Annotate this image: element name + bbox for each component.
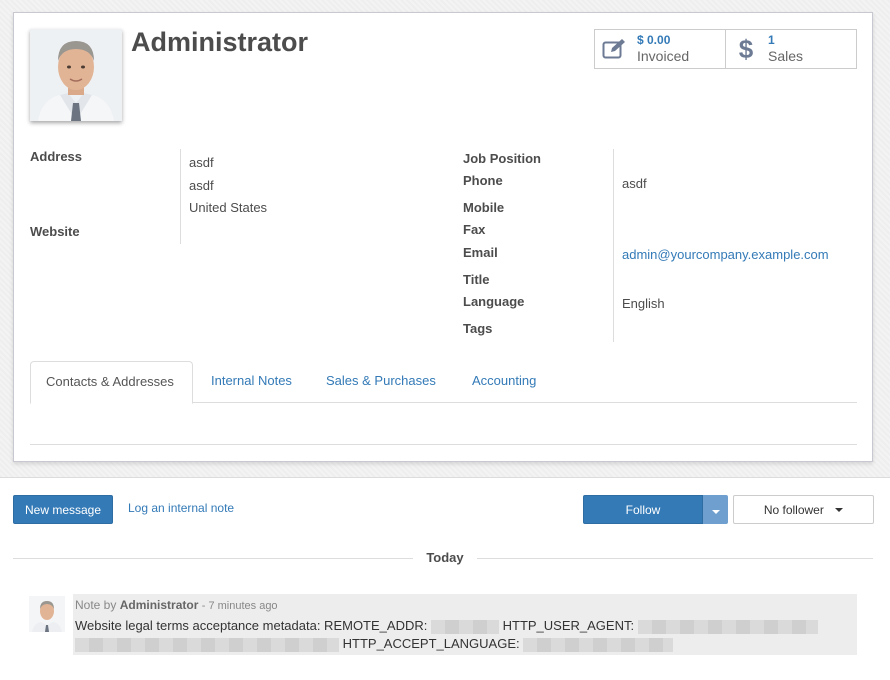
date-separator-line-left <box>13 558 413 559</box>
partner-avatar[interactable] <box>30 29 122 121</box>
sales-stat-button[interactable]: $ 1 Sales <box>725 30 856 68</box>
right-group-divider <box>613 149 614 342</box>
tab-accounting[interactable]: Accounting <box>457 361 551 403</box>
left-group-divider <box>180 149 181 244</box>
new-message-button[interactable]: New message <box>13 495 113 524</box>
smart-buttons: $ 0.00 Invoiced $ 1 Sales <box>594 29 857 69</box>
tab-sales-purchases[interactable]: Sales & Purchases <box>311 361 451 403</box>
message-prefix: Note by <box>75 598 117 612</box>
address-country[interactable]: United States <box>189 200 267 215</box>
job-position-label: Job Position <box>463 151 541 166</box>
tab-internal-notes[interactable]: Internal Notes <box>196 361 307 403</box>
email-link[interactable]: admin@yourcompany.example.com <box>622 247 829 262</box>
redacted-user-agent-continued <box>75 637 339 652</box>
pencil-square-icon <box>601 35 629 63</box>
tags-label: Tags <box>463 321 493 336</box>
partner-name: Administrator <box>131 27 309 57</box>
message-author[interactable]: Administrator <box>120 598 199 612</box>
address-label: Address <box>30 149 83 164</box>
tab-content-divider <box>30 444 857 445</box>
date-separator: Today <box>426 550 464 565</box>
person-photo-icon <box>30 29 122 121</box>
sales-count: 1 <box>768 33 775 47</box>
caret-down-icon <box>835 508 844 513</box>
message-bubble: Note by Administrator - 7 minutes ago We… <box>73 594 857 655</box>
language-label: Language <box>463 294 525 309</box>
caret-down-icon <box>711 509 720 514</box>
follow-options-button[interactable] <box>703 495 728 524</box>
message-author-avatar[interactable] <box>29 596 65 632</box>
message-body-user-agent: HTTP_USER_AGENT: <box>502 618 635 633</box>
address-street2[interactable]: asdf <box>189 178 214 193</box>
phone-value[interactable]: asdf <box>622 176 647 191</box>
title-label: Title <box>463 272 490 287</box>
message-body-accept-language: HTTP_ACCEPT_LANGUAGE: <box>342 636 520 651</box>
invoiced-label: Invoiced <box>637 48 690 64</box>
log-note-link[interactable]: Log an internal note <box>128 501 234 515</box>
redacted-user-agent <box>637 619 818 634</box>
sales-label: Sales <box>768 48 804 64</box>
redacted-language <box>523 637 674 652</box>
followers-dropdown[interactable]: No follower <box>733 495 874 524</box>
date-separator-line-right <box>477 558 873 559</box>
invoiced-stat-button[interactable]: $ 0.00 Invoiced <box>595 30 725 68</box>
followers-label: No follower <box>763 502 824 517</box>
notebook-tabs: Contacts & Addresses Internal Notes Sale… <box>30 361 857 404</box>
message-time: - 7 minutes ago <box>201 600 278 612</box>
language-value[interactable]: English <box>622 296 665 311</box>
fax-label: Fax <box>463 222 486 237</box>
phone-label: Phone <box>463 173 503 188</box>
mobile-label: Mobile <box>463 200 505 215</box>
address-street[interactable]: asdf <box>189 155 214 170</box>
email-label: Email <box>463 245 498 260</box>
website-label: Website <box>30 224 80 239</box>
partner-form-sheet: Administrator $ 0.00 Invoiced $ 1 Sales … <box>13 12 873 462</box>
person-photo-icon <box>29 596 65 632</box>
message-body-remote-addr: Website legal terms acceptance metadata:… <box>75 618 428 633</box>
follow-button[interactable]: Follow <box>583 495 703 524</box>
dollar-icon: $ <box>738 33 754 64</box>
redacted-ip <box>430 619 499 634</box>
tab-contacts-addresses[interactable]: Contacts & Addresses <box>30 361 193 404</box>
invoiced-value: $ 0.00 <box>637 33 671 47</box>
